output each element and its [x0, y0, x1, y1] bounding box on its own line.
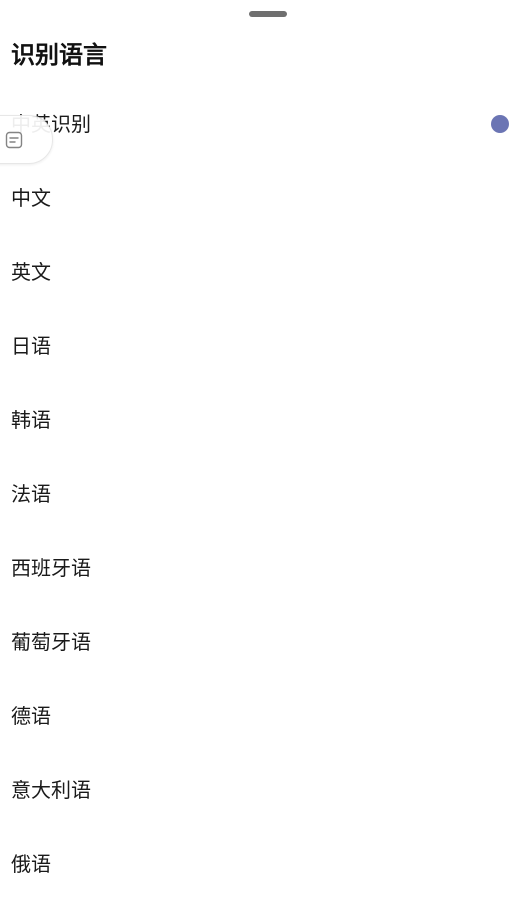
language-label: 日语 — [11, 334, 51, 358]
language-list: 中英识别 中文 英文 日语 韩语 法语 西班牙语 葡萄牙语 德语 意大利语 俄语 — [0, 87, 512, 901]
bottom-sheet: 识别语言 中英识别 中文 英文 日语 韩语 法语 西班牙语 葡萄牙语 德语 意大… — [0, 0, 512, 915]
language-option-zh-en[interactable]: 中英识别 — [0, 87, 512, 161]
language-label: 英文 — [11, 260, 51, 284]
language-label: 葡萄牙语 — [11, 630, 91, 654]
language-label: 俄语 — [11, 852, 51, 876]
document-lines-icon — [5, 131, 23, 149]
language-option-chinese[interactable]: 中文 — [0, 161, 512, 235]
sheet-title: 识别语言 — [11, 41, 107, 69]
language-option-english[interactable]: 英文 — [0, 235, 512, 309]
language-label: 德语 — [11, 704, 51, 728]
language-option-russian[interactable]: 俄语 — [0, 827, 512, 901]
language-option-german[interactable]: 德语 — [0, 679, 512, 753]
language-option-french[interactable]: 法语 — [0, 457, 512, 531]
language-label: 韩语 — [11, 408, 51, 432]
language-option-portuguese[interactable]: 葡萄牙语 — [0, 605, 512, 679]
language-option-italian[interactable]: 意大利语 — [0, 753, 512, 827]
language-option-korean[interactable]: 韩语 — [0, 383, 512, 457]
language-label: 西班牙语 — [11, 556, 91, 580]
floating-side-tab[interactable] — [0, 115, 53, 164]
language-option-japanese[interactable]: 日语 — [0, 309, 512, 383]
language-label: 意大利语 — [11, 778, 91, 802]
language-option-spanish[interactable]: 西班牙语 — [0, 531, 512, 605]
selected-indicator — [491, 115, 509, 133]
language-label: 法语 — [11, 482, 51, 506]
language-label: 中文 — [11, 186, 51, 210]
drag-handle[interactable] — [249, 11, 287, 17]
